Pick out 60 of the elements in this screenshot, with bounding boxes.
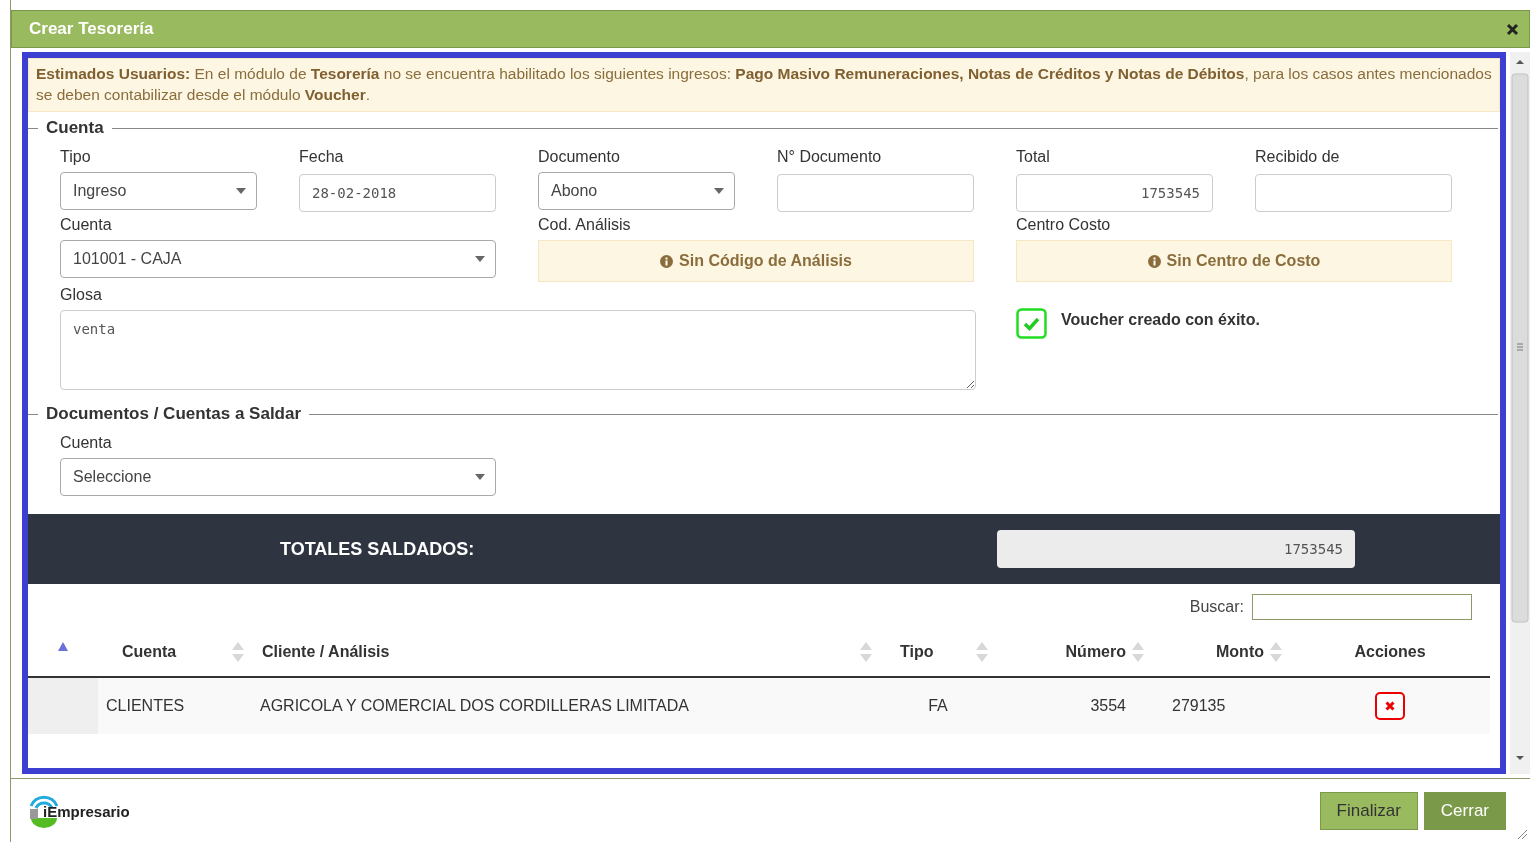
field-label: Tipo	[60, 148, 92, 166]
table-cell: 3554	[1090, 697, 1126, 714]
column-header[interactable]: Cliente / Análisis	[262, 643, 390, 661]
close-icon[interactable]	[1506, 22, 1519, 36]
column-header[interactable]: Monto	[1216, 643, 1264, 661]
field-label: Cuenta	[60, 216, 113, 234]
input-field[interactable]: 1753545	[1016, 174, 1213, 212]
caret-icon	[475, 474, 485, 480]
footer-button[interactable]: Finalizar	[1319, 792, 1418, 830]
section-legend: Documentos / Cuentas a Saldar	[46, 404, 302, 424]
caret-icon	[714, 188, 724, 194]
search-label: Buscar:	[1189, 598, 1244, 616]
table-cell-text: 279135	[1171, 697, 1226, 714]
info-message: Sin Centro de Costo	[1016, 240, 1452, 282]
caret-icon	[475, 256, 485, 262]
notice-message: Estimados Usuarios: En el módulo de Tesorería no se encuentra habilitado los siguientes ingresos: Pago Masivo Remuneraciones, Notas de Créditos y Notas de Débitos, para los casos antes mencionados se deben contabilizar desde el módulo Voucher.	[28, 58, 1500, 112]
sort-icon[interactable]	[860, 642, 872, 662]
sort-icon[interactable]	[1132, 642, 1144, 662]
totals-label: TOTALES SALDADOS:	[280, 538, 476, 560]
table-cell: CLIENTES	[106, 697, 185, 714]
sort-icon[interactable]	[976, 642, 988, 662]
sort-icon[interactable]	[1270, 642, 1282, 662]
field-label: Glosa	[60, 286, 103, 304]
table-cell: AGRICOLA Y COMERCIAL DOS CORDILLERAS LIMITADA	[260, 697, 689, 714]
success-message: Voucher creado con éxito.	[1061, 311, 1260, 329]
column-header[interactable]: Tipo	[900, 643, 934, 661]
info-icon	[660, 254, 674, 268]
info-icon	[1147, 254, 1161, 268]
input-field[interactable]	[777, 174, 974, 212]
select-field[interactable]: Abono	[538, 172, 735, 210]
delete-button[interactable]	[1375, 692, 1405, 720]
search-field[interactable]	[1252, 594, 1472, 620]
caret-icon	[236, 188, 246, 194]
logo-text: iEmpresario	[43, 802, 130, 820]
column-header[interactable]: Cuenta	[122, 643, 177, 661]
field-label: Fecha	[299, 148, 345, 166]
input-field[interactable]: 28-02-2018	[299, 174, 496, 212]
field-label: Total	[1016, 148, 1051, 166]
field-label: Cod. Análisis	[538, 216, 632, 234]
section-legend: Cuenta	[46, 118, 104, 138]
close-icon	[1385, 701, 1395, 711]
field-label: Recibido de	[1255, 148, 1341, 166]
column-header[interactable]: Número	[1065, 643, 1126, 661]
column-header[interactable]: Acciones	[1354, 643, 1426, 661]
field-label: Cuenta	[60, 434, 113, 452]
field-label: Centro Costo	[1016, 216, 1112, 234]
info-message: Sin Código de Análisis	[538, 240, 974, 282]
select-field[interactable]: 101001 - CAJA	[60, 240, 496, 278]
resize-grip-icon[interactable]	[1516, 828, 1528, 840]
select-field[interactable]: Seleccione	[60, 458, 496, 496]
field-label: Documento	[538, 148, 621, 166]
sort-icon[interactable]	[232, 642, 244, 662]
sort-ascending-icon[interactable]	[58, 642, 68, 651]
select-field[interactable]: Ingreso	[60, 172, 257, 210]
window-title: Crear Tesorería	[29, 19, 154, 39]
totals-field[interactable]: 1753545	[997, 530, 1355, 568]
glosa-textarea[interactable]: venta	[60, 310, 976, 390]
table-cell: FA	[928, 697, 948, 714]
field-label: N° Documento	[777, 148, 883, 166]
input-field[interactable]	[1255, 174, 1452, 212]
